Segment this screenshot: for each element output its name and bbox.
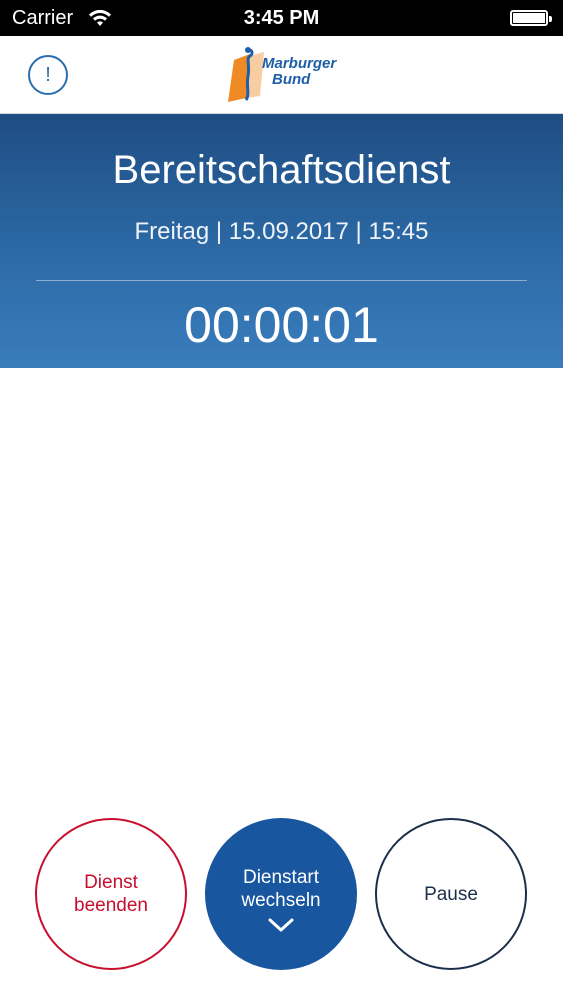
info-button[interactable]: ! xyxy=(28,55,68,95)
change-duty-label-1: Dienstart xyxy=(242,867,320,888)
pause-label: Pause xyxy=(424,883,478,905)
logo-line-2: Bund xyxy=(272,71,311,88)
end-duty-button[interactable]: Dienst beenden xyxy=(35,818,187,970)
chevron-down-icon xyxy=(268,918,294,932)
status-bar: Carrier 3:45 PM xyxy=(0,0,563,36)
change-duty-type-button[interactable]: Dienstart wechseln xyxy=(205,818,357,970)
divider xyxy=(36,280,527,281)
nav-bar: ! Marburger Bund xyxy=(0,36,563,114)
pause-button[interactable]: Pause xyxy=(375,818,527,970)
battery-icon xyxy=(510,10,552,26)
end-duty-label-1: Dienst xyxy=(84,872,138,893)
logo-text: Marburger Bund xyxy=(262,56,336,88)
duty-header: Bereitschaftsdienst Freitag | 15.09.2017… xyxy=(0,114,563,368)
elapsed-timer: 00:00:01 xyxy=(184,297,379,353)
duty-type-title: Bereitschaftsdienst xyxy=(112,148,451,192)
logo-line-1: Marburger xyxy=(262,55,337,72)
end-duty-label-2: beenden xyxy=(74,895,148,916)
change-duty-label-2: wechseln xyxy=(241,890,321,911)
clock: 3:45 PM xyxy=(243,7,320,29)
info-icon: ! xyxy=(45,64,51,86)
duty-start-date: Freitag | 15.09.2017 | 15:45 xyxy=(134,218,429,245)
